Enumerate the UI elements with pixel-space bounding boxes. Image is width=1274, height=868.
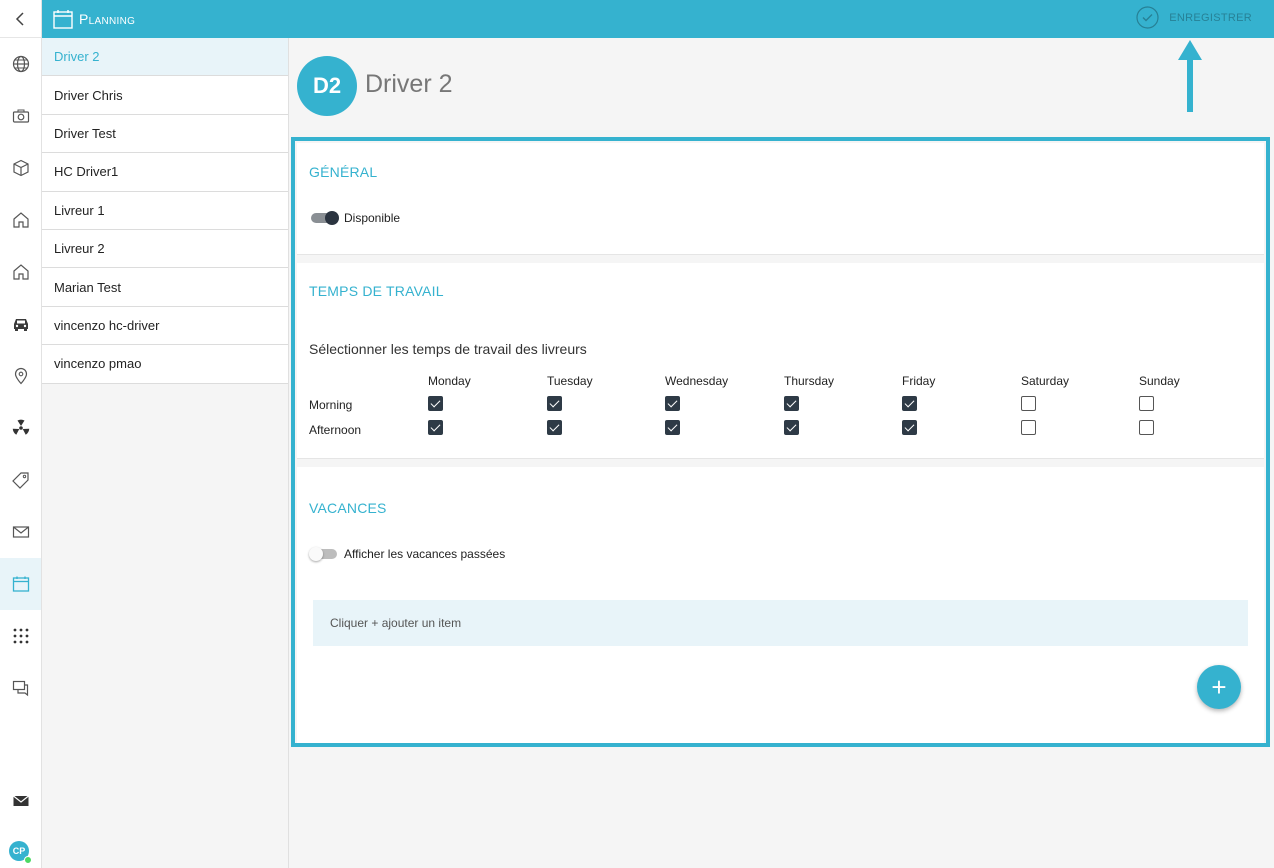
work-time-subtitle: Sélectionner les temps de travail des li… [309, 341, 587, 357]
top-bar: Planning ENREGISTRER [42, 0, 1274, 38]
checkbox-afternoon-tuesday[interactable] [547, 420, 562, 435]
day-header-friday: Friday [902, 374, 936, 388]
grid-icon [13, 628, 28, 644]
nav-tags[interactable] [0, 454, 41, 506]
car-icon [13, 319, 28, 331]
checkbox-afternoon-friday[interactable] [902, 420, 917, 435]
checkbox-afternoon-saturday[interactable] [1021, 420, 1036, 435]
user-avatar[interactable]: CP [9, 841, 32, 864]
chevron-left-icon [15, 11, 24, 26]
driver-list-item[interactable]: Driver 2 [42, 38, 288, 77]
nav-home[interactable] [0, 194, 41, 246]
globe-icon [12, 55, 29, 73]
checkbox-morning-tuesday[interactable] [547, 396, 562, 411]
driver-list-item[interactable]: vincenzo pmao [42, 345, 288, 384]
home-icon [12, 212, 29, 228]
driver-list-item[interactable]: Driver Chris [42, 76, 288, 115]
checkbox-morning-friday[interactable] [902, 396, 917, 411]
nav-stores[interactable] [0, 246, 41, 298]
checkbox-morning-monday[interactable] [428, 396, 443, 411]
checkbox-morning-saturday[interactable] [1021, 396, 1036, 411]
day-header-tuesday: Tuesday [547, 374, 593, 388]
calendar-icon [12, 576, 29, 592]
envelope-icon [12, 795, 29, 806]
user-initials: CP [12, 846, 26, 856]
page-title: Planning [79, 11, 136, 27]
location-pin-icon [14, 367, 27, 385]
vacations-title: VACANCES [309, 500, 387, 516]
plus-icon: + [1211, 671, 1227, 702]
work-time-title: TEMPS DE TRAVAIL [309, 283, 444, 299]
add-item-placeholder[interactable]: Cliquer + ajouter un item [313, 600, 1248, 646]
driver-name: Driver 2 [365, 70, 453, 98]
check-circle-icon [1136, 6, 1159, 29]
building-icon [12, 264, 29, 280]
nav-chat[interactable] [0, 662, 41, 714]
tag-icon [11, 472, 29, 489]
day-header-monday: Monday [428, 374, 471, 388]
driver-list: Driver 2 Driver Chris Driver Test HC Dri… [42, 38, 289, 868]
row-label-afternoon: Afternoon [309, 423, 362, 437]
cube-icon [12, 159, 29, 177]
nav-hazard[interactable] [0, 402, 41, 454]
online-status-dot [24, 856, 32, 864]
nav-messages[interactable] [0, 506, 41, 558]
driver-avatar: D2 [297, 56, 357, 116]
toggle-knob [309, 547, 323, 561]
mail-icon [12, 526, 29, 538]
main-content: D2 Driver 2 GÉNÉRAL Disponible TEMPS DE … [289, 38, 1274, 868]
checkbox-afternoon-thursday[interactable] [784, 420, 799, 435]
nav-planning[interactable] [0, 558, 41, 610]
driver-list-item[interactable]: vincenzo hc-driver [42, 306, 288, 346]
available-toggle[interactable] [309, 211, 339, 225]
nav-globe[interactable] [0, 38, 41, 90]
camera-icon [12, 109, 29, 123]
radiation-icon [12, 419, 29, 435]
nav-vehicles[interactable] [0, 298, 41, 350]
add-vacation-button[interactable]: + [1197, 665, 1241, 709]
past-vacations-toggle[interactable] [309, 547, 339, 561]
nav-products[interactable] [0, 142, 41, 194]
save-button[interactable]: ENREGISTRER [1136, 6, 1252, 29]
general-title: GÉNÉRAL [309, 164, 378, 180]
arrow-up-icon [1178, 40, 1202, 112]
available-label: Disponible [344, 211, 401, 225]
chat-icon [12, 680, 28, 697]
checkbox-morning-wednesday[interactable] [665, 396, 680, 411]
work-time-section: TEMPS DE TRAVAIL Sélectionner les temps … [297, 263, 1264, 459]
nav-locations[interactable] [0, 350, 41, 402]
icon-rail: CP [0, 0, 42, 868]
save-label: ENREGISTRER [1169, 11, 1252, 24]
checkbox-afternoon-wednesday[interactable] [665, 420, 680, 435]
calendar-icon [53, 10, 73, 29]
highlight-frame: GÉNÉRAL Disponible TEMPS DE TRAVAIL Séle… [291, 137, 1270, 747]
row-label-morning: Morning [309, 398, 353, 412]
driver-list-item[interactable]: Marian Test [42, 268, 288, 307]
day-header-saturday: Saturday [1021, 374, 1070, 388]
checkbox-afternoon-monday[interactable] [428, 420, 443, 435]
checkbox-morning-thursday[interactable] [784, 396, 799, 411]
day-header-thursday: Thursday [784, 374, 835, 388]
day-header-wednesday: Wednesday [665, 374, 729, 388]
day-header-sunday: Sunday [1139, 374, 1180, 388]
back-button[interactable] [0, 0, 41, 38]
driver-list-item[interactable]: Livreur 1 [42, 191, 288, 230]
checkbox-morning-sunday[interactable] [1139, 396, 1154, 411]
past-vacations-label: Afficher les vacances passées [344, 547, 506, 561]
nav-camera[interactable] [0, 90, 41, 142]
general-section: GÉNÉRAL Disponible [297, 143, 1264, 255]
driver-list-item[interactable]: HC Driver1 [42, 153, 288, 192]
nav-apps[interactable] [0, 610, 41, 662]
nav-inbox[interactable] [0, 775, 41, 827]
driver-list-item[interactable]: Driver Test [42, 114, 288, 154]
toggle-knob [325, 211, 339, 225]
driver-list-item[interactable]: Livreur 2 [42, 229, 288, 269]
checkbox-afternoon-sunday[interactable] [1139, 420, 1154, 435]
